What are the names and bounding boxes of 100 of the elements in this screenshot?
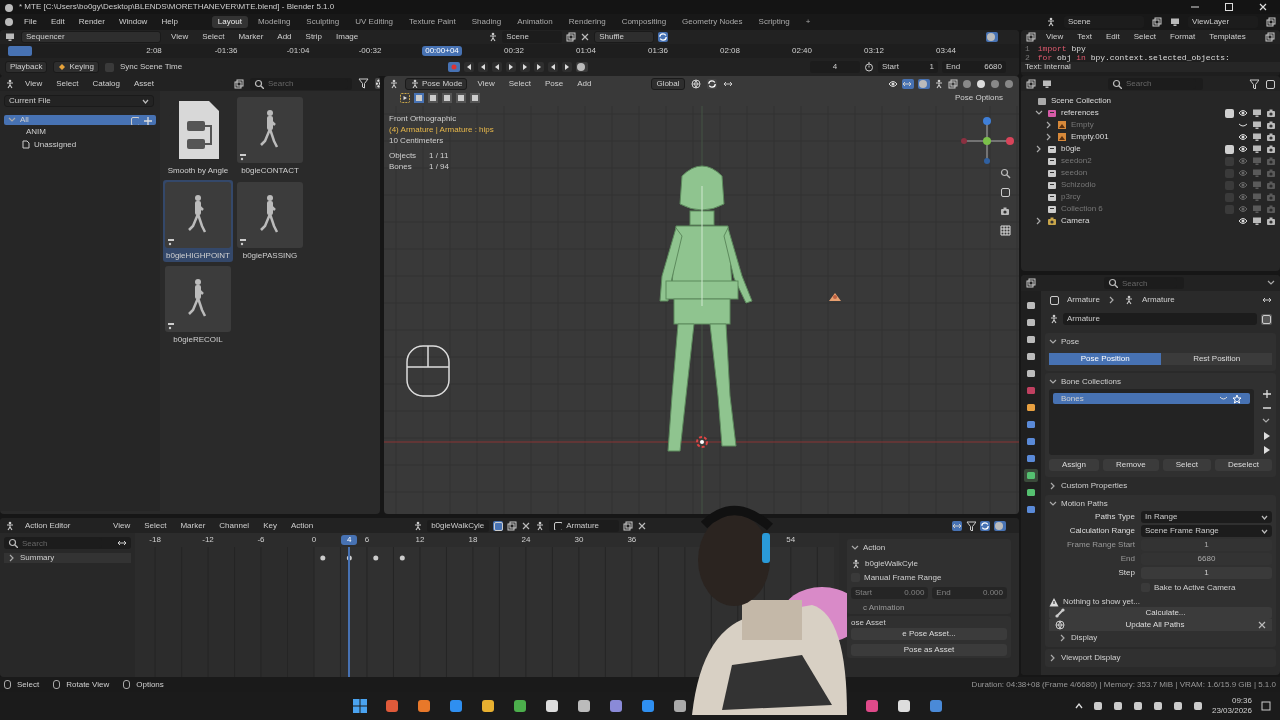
prev-key-icon[interactable]: [478, 62, 489, 72]
pose-options-menu[interactable]: Pose Options: [954, 93, 1003, 103]
copy-icon[interactable]: [1266, 17, 1276, 27]
render-camera-icon[interactable]: [1266, 120, 1276, 130]
exclude-checkbox[interactable]: [1225, 108, 1234, 118]
app-icon[interactable]: [672, 698, 688, 714]
menu-item[interactable]: Render: [74, 17, 109, 27]
copy-pose-button[interactable]: Pose as Asset: [851, 643, 1007, 656]
physics-tab-icon[interactable]: [1024, 435, 1038, 448]
menu-item[interactable]: Image: [332, 32, 363, 42]
select-subtract-icon[interactable]: [442, 93, 452, 103]
next-key-icon[interactable]: [520, 62, 531, 72]
action-field[interactable]: b0gieWalkCyle: [427, 519, 490, 532]
workspace-tab[interactable]: Texture Paint: [403, 16, 462, 28]
exclude-checkbox[interactable]: [1225, 144, 1234, 154]
slot-icon[interactable]: [535, 520, 546, 531]
auto-key-icon[interactable]: [576, 62, 589, 72]
armature-data-icon[interactable]: [1049, 314, 1059, 324]
menu-item[interactable]: View: [1042, 32, 1068, 42]
visibility-icon[interactable]: [888, 78, 898, 89]
next-frame-icon[interactable]: [562, 62, 573, 72]
reverse-play-icon[interactable]: [492, 62, 503, 72]
overlay-icon[interactable]: [994, 520, 1006, 531]
sync-icon[interactable]: [980, 520, 990, 531]
scene-icon[interactable]: [488, 32, 499, 42]
workspace-tab[interactable]: UV Editing: [349, 16, 400, 28]
editor-type-dropdown[interactable]: Sequencer: [21, 31, 161, 43]
editor-type-icon[interactable]: [5, 520, 15, 531]
view-layer-selector[interactable]: ViewLayer: [1188, 16, 1258, 28]
workspace-tab[interactable]: Animation: [511, 16, 559, 28]
move-up-icon[interactable]: [1262, 431, 1272, 441]
move-down-icon[interactable]: [1262, 445, 1272, 455]
play-action-icon[interactable]: [400, 93, 410, 103]
thumbnail-tile[interactable]: b0gieCONTACT: [235, 95, 305, 178]
panel-header[interactable]: Custom Properties: [1049, 479, 1272, 493]
action-button[interactable]: Assign: [1049, 459, 1099, 471]
outliner-item[interactable]: references: [1061, 108, 1099, 118]
monitor-icon[interactable]: [1252, 120, 1262, 130]
chevron-up-icon[interactable]: [1073, 701, 1084, 711]
thumbnail-tile[interactable]: b0giePASSING: [235, 179, 305, 263]
menu-item[interactable]: Key: [259, 520, 281, 531]
new-collection-icon[interactable]: [1265, 78, 1275, 89]
editor-type-icon[interactable]: [1026, 278, 1038, 288]
outliner-item[interactable]: Empty.001: [1071, 132, 1109, 142]
number-field[interactable]: End 0.000: [932, 586, 1007, 599]
fake-user-icon[interactable]: [1261, 313, 1272, 325]
menu-item[interactable]: Strip: [301, 32, 326, 42]
action-icon[interactable]: [413, 520, 424, 531]
copy-icon[interactable]: [1152, 17, 1162, 27]
dropdown-field[interactable]: In Range: [1141, 511, 1272, 523]
sync-checkbox[interactable]: [104, 62, 114, 72]
action-button[interactable]: Deselect: [1214, 459, 1272, 471]
mode-dropdown[interactable]: Pose Mode: [405, 77, 468, 90]
grid-icon[interactable]: [1000, 225, 1011, 236]
menu-item[interactable]: Add: [573, 78, 596, 89]
menu-item[interactable]: Action: [286, 520, 318, 531]
editor-type-dropdown[interactable]: Action Editor: [21, 519, 103, 532]
display-mode-icon[interactable]: [1042, 78, 1052, 89]
number-field[interactable]: 1: [1141, 567, 1272, 579]
scene-selector[interactable]: Scene: [1064, 16, 1144, 28]
workspace-tab[interactable]: Shading: [465, 16, 508, 28]
output-tab-icon[interactable]: [1024, 333, 1038, 346]
monitor-icon[interactable]: [1252, 144, 1262, 154]
play-icon[interactable]: [506, 62, 517, 72]
menu-item[interactable]: Select: [198, 32, 229, 42]
overlay-icon[interactable]: [918, 78, 930, 89]
snap-icon[interactable]: [706, 78, 717, 89]
select-invert-icon[interactable]: [456, 93, 466, 103]
thumbnail-tile[interactable]: Smooth by Angle: [163, 95, 233, 178]
channel-row[interactable]: Summary: [4, 553, 131, 563]
create-pose-asset-button[interactable]: e Pose Asset...: [851, 627, 1007, 640]
outliner-item[interactable]: seedon2: [1061, 156, 1092, 166]
modifier-tab-icon[interactable]: [1024, 418, 1038, 431]
current-frame-marker[interactable]: 4: [341, 535, 358, 545]
object-tab-icon[interactable]: [1024, 401, 1038, 414]
select-new-icon[interactable]: [414, 93, 424, 103]
monitor-icon[interactable]: [1252, 108, 1262, 118]
notification-icon[interactable]: [1260, 700, 1272, 712]
menu-item[interactable]: Marker: [234, 32, 268, 42]
clock[interactable]: 09:36 23/03/2026: [1211, 696, 1252, 716]
maximize-icon[interactable]: [1224, 2, 1234, 12]
workspace-tab[interactable]: Sculpting: [300, 16, 346, 28]
workspace-tab[interactable]: Compositing: [615, 16, 673, 28]
current-time-marker[interactable]: 00:00+04: [422, 46, 462, 56]
sync-mode-dropdown[interactable]: Shuffle: [594, 31, 655, 43]
app-icon[interactable]: [544, 698, 560, 714]
app-icon[interactable]: [480, 698, 496, 714]
fake-user-icon[interactable]: [493, 520, 504, 531]
dropdown-field[interactable]: Scene Frame Range: [1141, 525, 1272, 537]
pivot-icon[interactable]: [690, 78, 701, 89]
name-field[interactable]: Armature: [1063, 313, 1257, 325]
editor-type-icon[interactable]: [5, 78, 15, 89]
menu-item[interactable]: Catalog: [88, 78, 124, 89]
render-tab-icon[interactable]: [1024, 316, 1038, 329]
copy-icon[interactable]: [566, 32, 577, 42]
xray-icon[interactable]: [948, 78, 958, 89]
solid-shading-icon[interactable]: [976, 78, 986, 89]
action-button[interactable]: Select: [1162, 459, 1211, 471]
render-camera-icon[interactable]: [1266, 144, 1276, 154]
outliner-item[interactable]: Schizodio: [1061, 180, 1096, 190]
